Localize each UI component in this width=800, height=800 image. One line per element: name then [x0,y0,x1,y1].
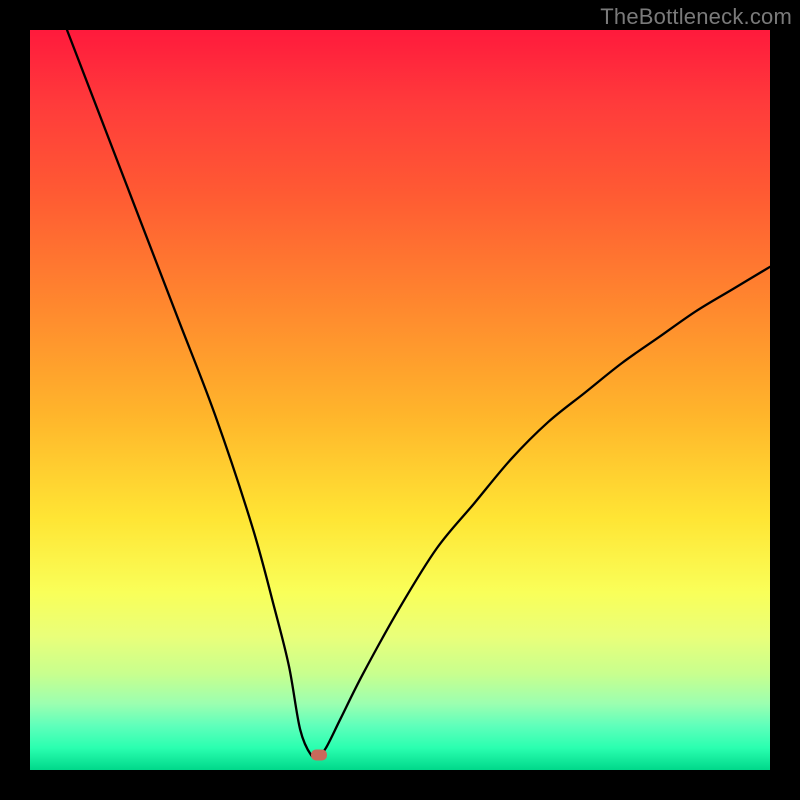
bottleneck-curve [30,30,770,770]
chart-frame: TheBottleneck.com [0,0,800,800]
watermark-text: TheBottleneck.com [600,4,792,30]
plot-area [30,30,770,770]
optimal-point-marker [311,750,327,761]
curve-line [67,30,770,757]
